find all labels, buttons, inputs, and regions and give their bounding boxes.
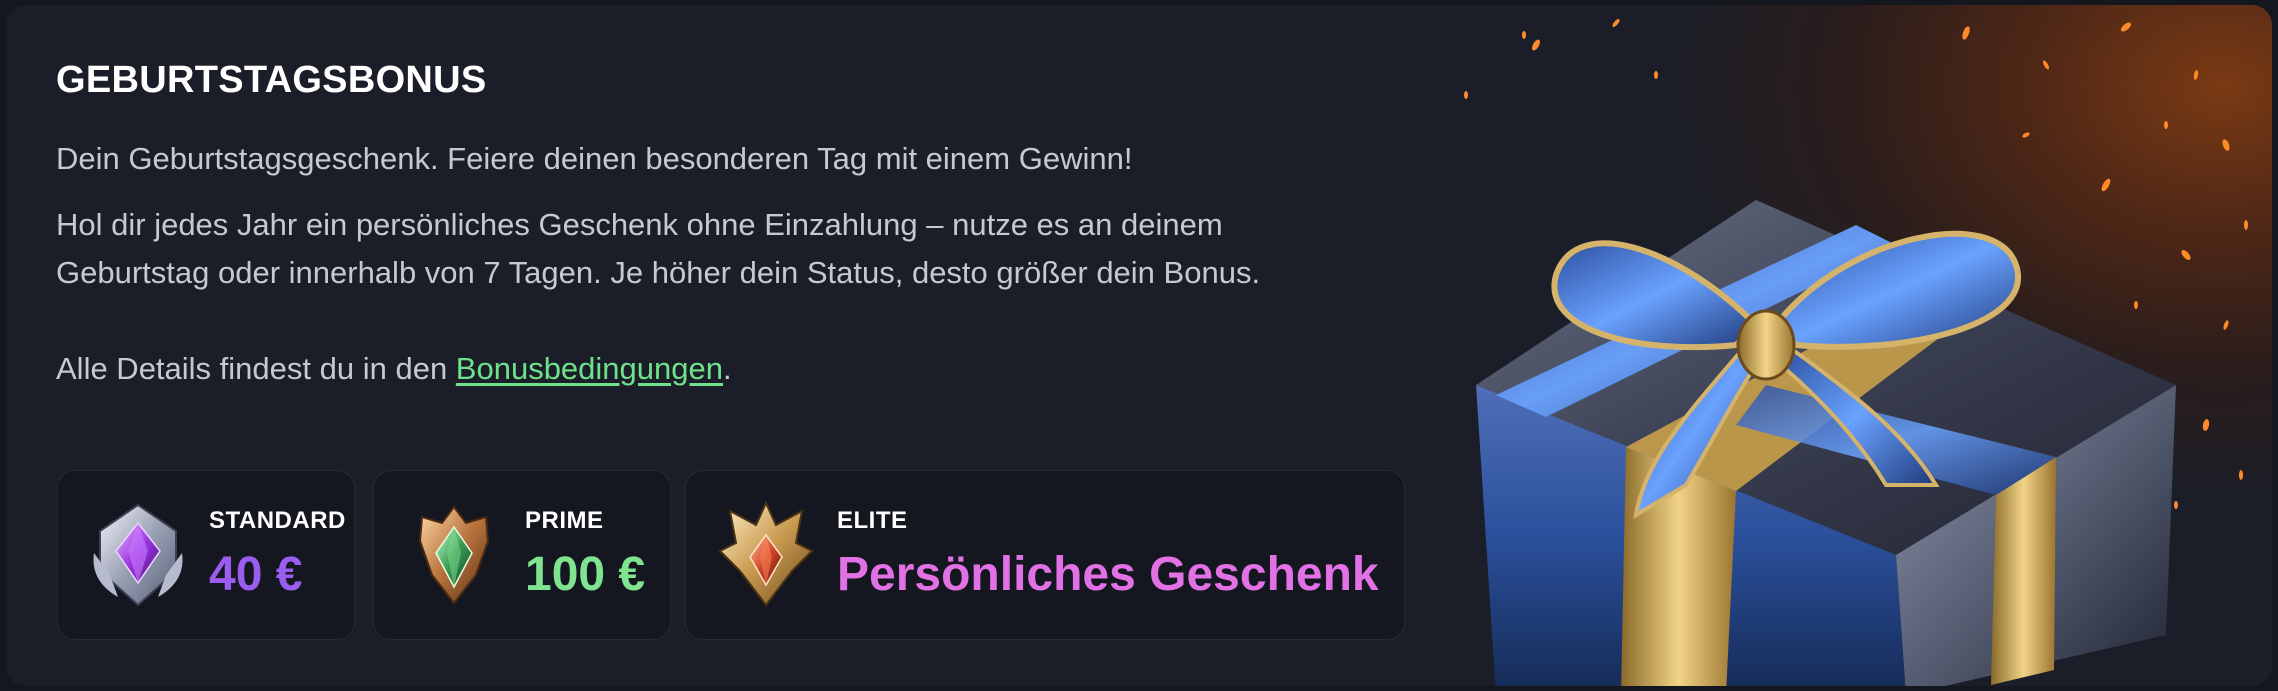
- tier-name: STANDARD: [209, 507, 346, 534]
- page-title: GEBURTSTAGSBONUS: [56, 59, 487, 101]
- tier-card-prime: PRIME 100 €: [373, 470, 671, 640]
- tier-card-elite: ELITE Persönliches Geschenk: [685, 470, 1405, 640]
- gift-box-icon: [1476, 200, 2176, 686]
- tier-value: 40 €: [209, 548, 303, 601]
- tier-value: 100 €: [525, 548, 646, 601]
- description-line-2: Geburtstag oder innerhalb von 7 Tagen. J…: [56, 255, 1261, 290]
- description-line-1: Hol dir jedes Jahr ein persönliches Gesc…: [56, 207, 1223, 242]
- details-text: Alle Details findest du in den Bonusbedi…: [56, 345, 732, 393]
- details-suffix: .: [723, 351, 732, 386]
- details-prefix: Alle Details findest du in den: [56, 351, 456, 386]
- bonus-terms-link[interactable]: Bonusbedingungen: [456, 351, 723, 386]
- tier-card-standard: STANDARD 40 €: [57, 470, 355, 640]
- birthday-bonus-card: GEBURTSTAGSBONUS Dein Geburtstagsgeschen…: [6, 5, 2272, 686]
- tier-name: ELITE: [837, 507, 908, 534]
- tier-value: Persönliches Geschenk: [837, 548, 1379, 601]
- description-text: Hol dir jedes Jahr ein persönliches Gesc…: [56, 201, 1260, 297]
- silver-purple-gem-badge-icon: [93, 503, 183, 607]
- bronze-green-gem-badge-icon: [418, 505, 490, 605]
- tier-name: PRIME: [525, 507, 604, 534]
- intro-text: Dein Geburtstagsgeschenk. Feiere deinen …: [56, 141, 1133, 176]
- gold-red-gem-crown-badge-icon: [718, 501, 814, 607]
